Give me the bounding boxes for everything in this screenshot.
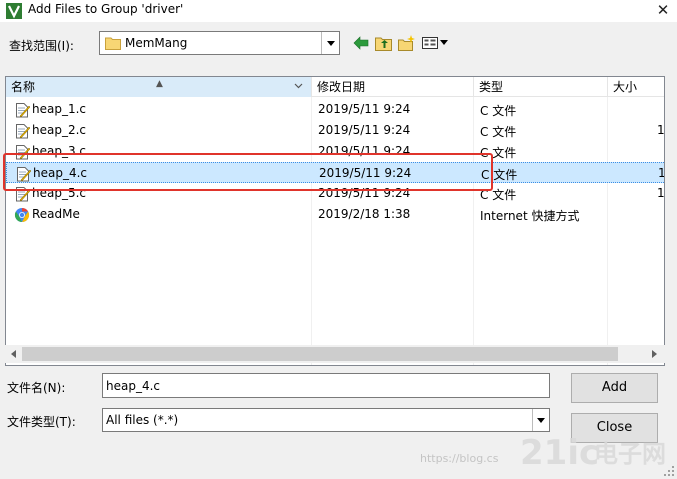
- c-file-icon: [14, 123, 31, 139]
- dropdown-arrow-icon[interactable]: [321, 32, 339, 54]
- back-arrow-icon: [353, 36, 369, 50]
- horizontal-scrollbar[interactable]: [5, 345, 665, 363]
- watermark-logo: 21ic 电子网: [520, 433, 666, 473]
- file-type-select[interactable]: All files (*.*): [102, 408, 550, 432]
- look-in-dropdown[interactable]: MemMang: [99, 31, 340, 55]
- file-list[interactable]: 名称 ▲ 修改日期 类型 大小 heap_1.c 2019/5/11 9:24 C …: [5, 76, 665, 366]
- c-file-icon: [14, 102, 31, 118]
- view-menu-button[interactable]: [421, 33, 451, 53]
- up-folder-icon: [375, 37, 392, 51]
- title-bar: Add Files to Group 'driver' ✕: [0, 0, 677, 22]
- chevron-down-icon[interactable]: [294, 83, 303, 89]
- scrollbar-thumb[interactable]: [22, 347, 618, 361]
- scroll-right-button[interactable]: [645, 345, 663, 363]
- svg-text:21ic: 21ic: [520, 433, 599, 473]
- highlight-annotation-box: [3, 153, 493, 191]
- file-date-cell: 2019/5/11 9:24: [318, 123, 411, 137]
- scroll-left-button[interactable]: [5, 345, 21, 363]
- svg-text:电子网: 电子网: [594, 440, 666, 468]
- file-type-value: All files (*.*): [106, 413, 179, 427]
- look-in-value: MemMang: [125, 36, 188, 50]
- add-button[interactable]: Add: [571, 373, 658, 403]
- file-row[interactable]: heap_2.c 2019/5/11 9:24 C 文件 1(: [6, 120, 665, 141]
- file-type-cell: Internet 快捷方式: [480, 209, 580, 223]
- file-name-input[interactable]: [102, 373, 550, 398]
- new-folder-icon: [398, 35, 415, 51]
- file-size-cell: 1: [658, 166, 665, 180]
- new-folder-button[interactable]: [397, 33, 417, 53]
- watermark-url: https://blog.cs: [420, 452, 499, 465]
- column-header-name[interactable]: 名称 ▲: [6, 77, 312, 97]
- up-folder-button[interactable]: [374, 33, 394, 53]
- list-header: 名称 ▲ 修改日期 类型 大小: [6, 77, 664, 97]
- window-close-button[interactable]: ✕: [652, 0, 674, 20]
- file-name-cell: heap_2.c: [32, 123, 87, 137]
- window-title: Add Files to Group 'driver': [28, 2, 184, 16]
- column-header-date[interactable]: 修改日期: [312, 77, 474, 97]
- file-size-cell: 1(: [657, 186, 665, 200]
- column-name-label: 名称: [11, 80, 36, 94]
- file-name-cell: heap_1.c: [32, 102, 87, 116]
- internet-shortcut-icon: [14, 207, 30, 223]
- keil-app-icon: [6, 3, 22, 19]
- column-header-type[interactable]: 类型: [474, 77, 608, 97]
- file-name-label: 文件名(N):: [7, 381, 66, 395]
- look-in-label: 查找范围(I):: [9, 39, 74, 53]
- sort-ascending-icon: ▲: [156, 79, 163, 89]
- scroll-right-arrow-icon: [651, 350, 657, 358]
- file-size-cell: 1(: [657, 123, 665, 137]
- file-name-cell: ReadMe: [32, 207, 80, 221]
- folder-icon: [105, 37, 121, 50]
- file-row[interactable]: ReadMe 2019/2/18 1:38 Internet 快捷方式: [6, 204, 664, 225]
- file-type-cell: C 文件: [480, 104, 517, 118]
- file-type-cell: C 文件: [480, 125, 517, 139]
- file-date-cell: 2019/2/18 1:38: [318, 207, 411, 221]
- scroll-left-arrow-icon: [10, 350, 16, 358]
- file-row[interactable]: heap_1.c 2019/5/11 9:24 C 文件: [6, 99, 664, 120]
- file-date-cell: 2019/5/11 9:24: [318, 102, 411, 116]
- view-menu-icon: [422, 37, 448, 49]
- resize-grip-icon[interactable]: [662, 466, 675, 477]
- file-type-label: 文件类型(T):: [7, 415, 76, 429]
- column-header-size[interactable]: 大小: [608, 77, 664, 97]
- back-button[interactable]: [351, 33, 371, 53]
